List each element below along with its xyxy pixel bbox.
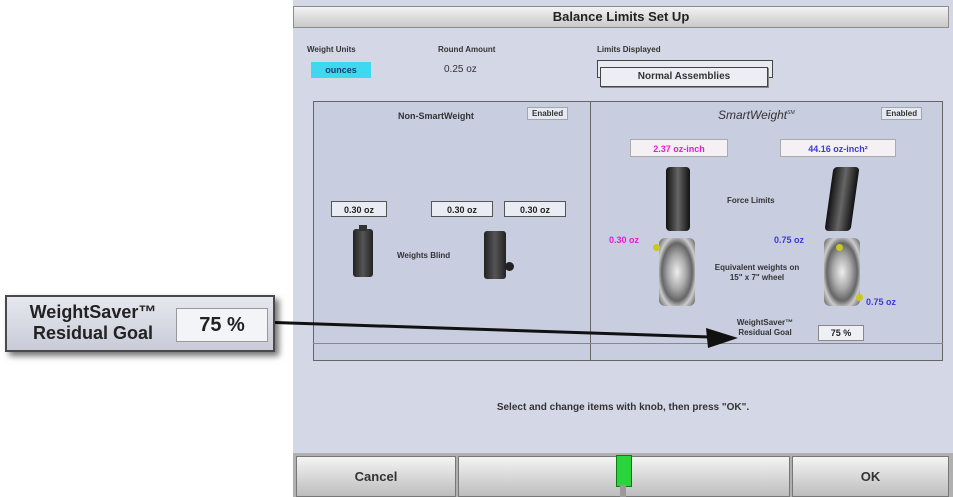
weightsaver-value[interactable]: 75 % <box>818 325 864 341</box>
round-amount-value[interactable]: 0.25 oz <box>444 64 477 75</box>
force-limits-label: Force Limits <box>727 196 775 205</box>
smartweight-title-text: SmartWeight <box>718 108 788 122</box>
clip-on-weight-clip-icon <box>359 225 367 231</box>
weight-marker-right-top-icon <box>836 244 843 251</box>
sw-right-weight-top[interactable]: 0.75 oz <box>774 235 804 245</box>
softkey-3-button[interactable] <box>624 456 790 497</box>
callout-arrow-icon <box>260 320 738 348</box>
sw-right-weight-bottom[interactable]: 0.75 oz <box>866 297 896 307</box>
adhesive-weight-icon <box>484 231 506 279</box>
non-smartweight-status[interactable]: Enabled <box>527 107 569 120</box>
knob-stem-icon <box>620 485 626 497</box>
weight-marker-left-icon <box>653 244 660 251</box>
softkey-2-button[interactable] <box>458 456 622 497</box>
non-sw-weight-2[interactable]: 0.30 oz <box>431 201 493 217</box>
limits-displayed-label: Limits Displayed <box>597 45 661 54</box>
non-smartweight-title: Non-SmartWeight <box>398 111 474 121</box>
couple-force-limit[interactable]: 44.16 oz-inch² <box>780 139 896 157</box>
cancel-button[interactable]: Cancel <box>296 456 456 497</box>
knob-indicator-icon <box>616 455 632 487</box>
ok-button[interactable]: OK <box>792 456 949 497</box>
instruction-text: Select and change items with knob, then … <box>496 402 750 413</box>
weight-marker-icon <box>505 262 514 271</box>
round-amount-label: Round Amount <box>438 45 496 54</box>
weights-blind-label: Weights Blind <box>397 251 451 260</box>
static-force-limit[interactable]: 2.37 oz-inch <box>630 139 728 157</box>
sw-left-weight[interactable]: 0.30 oz <box>609 235 639 245</box>
limits-displayed-select[interactable]: Normal Assemblies <box>600 67 768 87</box>
smartweight-status[interactable]: Enabled <box>881 107 923 120</box>
clip-on-weight-icon <box>353 229 373 277</box>
non-sw-weight-1[interactable]: 0.30 oz <box>331 201 387 217</box>
callout-label: WeightSaver™ Residual Goal <box>29 302 157 343</box>
weight-units-label: Weight Units <box>307 45 356 54</box>
smartweight-title: SmartWeightSM <box>718 108 795 122</box>
window-title: Balance Limits Set Up <box>293 6 949 28</box>
static-tire-icon <box>666 167 690 231</box>
wheel-left-icon <box>659 238 695 306</box>
callout-value: 75 % <box>176 308 268 342</box>
weight-marker-right-bottom-icon <box>856 294 863 301</box>
non-sw-weight-3[interactable]: 0.30 oz <box>504 201 566 217</box>
weight-units-value[interactable]: ounces <box>311 62 371 78</box>
smartweight-title-mark: SM <box>787 110 795 116</box>
equivalent-weights-label: Equivalent weights on 15" x 7" wheel <box>714 263 800 282</box>
